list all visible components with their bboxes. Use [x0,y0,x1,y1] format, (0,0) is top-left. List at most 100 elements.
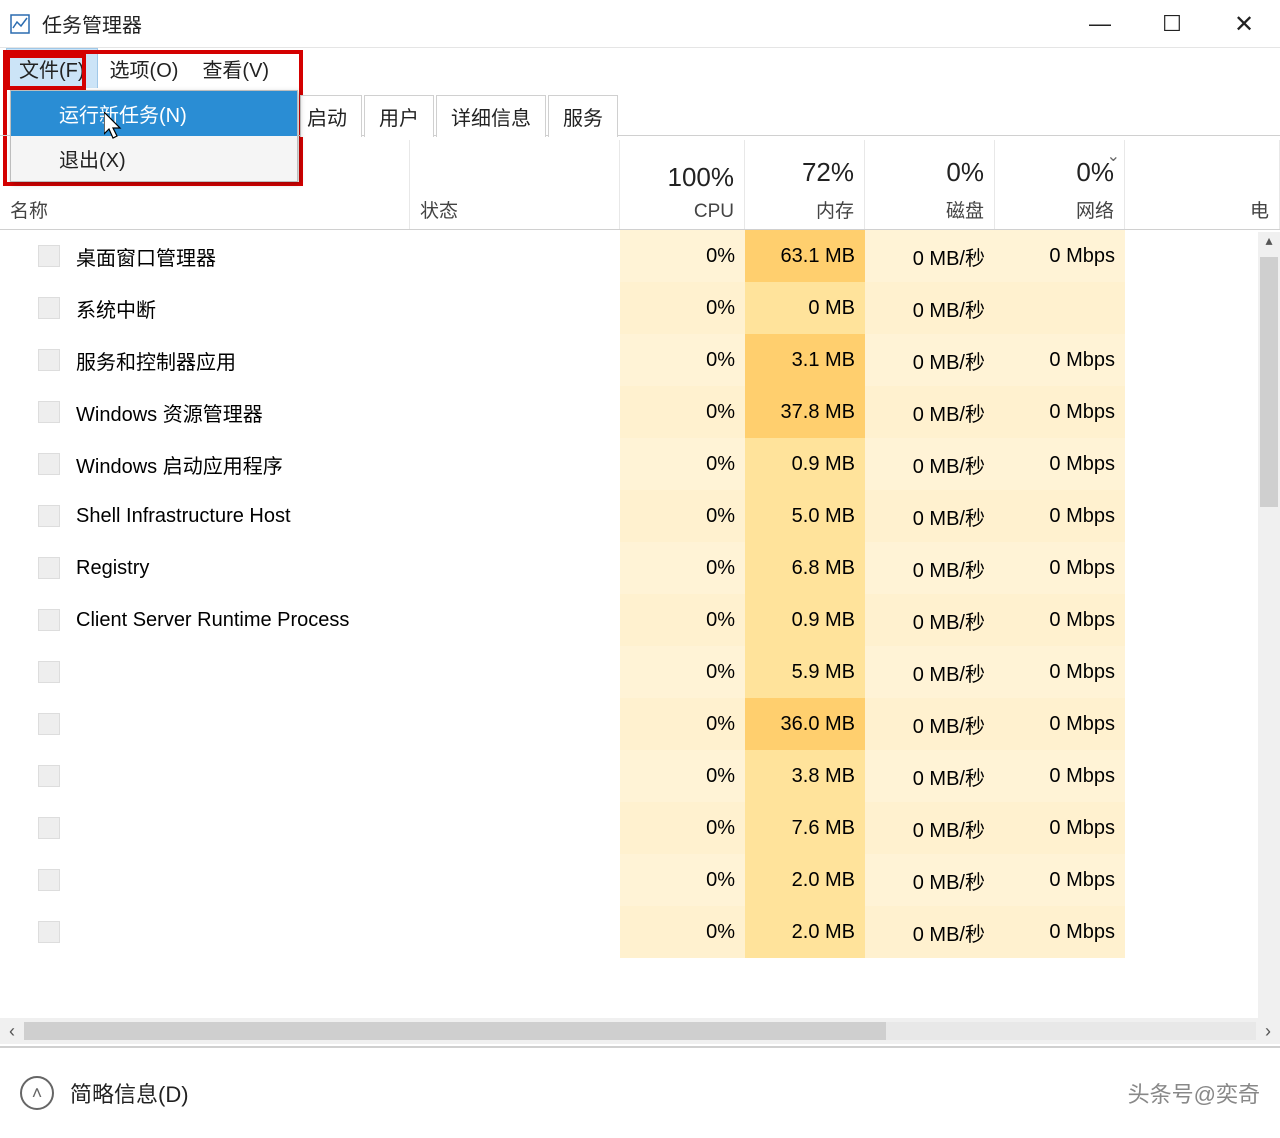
cell-disk: 0 MB/秒 [865,386,995,438]
cell-cpu: 0% [620,542,745,594]
horizontal-scrollbar[interactable]: ‹ › [0,1018,1280,1044]
cell-memory: 37.8 MB [745,386,865,438]
process-table: 名称 状态 100%CPU 72%内存 0%磁盘 ⌄0%网络 电 桌面窗口管理器… [0,140,1280,1018]
close-button[interactable]: ✕ [1208,0,1280,48]
scroll-up-icon[interactable]: ▴ [1258,232,1280,256]
cell-disk: 0 MB/秒 [865,230,995,282]
col-extra[interactable]: 电 [1125,140,1280,229]
cell-status [410,542,620,594]
table-row[interactable]: 系统中断0%0 MB0 MB/秒 [0,282,1258,334]
cell-memory: 3.8 MB [745,750,865,802]
cell-cpu: 0% [620,854,745,906]
fewer-details-toggle[interactable]: ˄ [20,1076,54,1110]
cell-disk: 0 MB/秒 [865,594,995,646]
fewer-details-label[interactable]: 简略信息(D) [70,1077,189,1109]
table-row[interactable]: 0%2.0 MB0 MB/秒0 Mbps [0,906,1258,958]
cell-name [0,698,410,750]
menu-file[interactable]: 文件(F) [6,48,98,88]
cell-disk: 0 MB/秒 [865,282,995,334]
cell-memory: 63.1 MB [745,230,865,282]
cell-disk: 0 MB/秒 [865,802,995,854]
cell-network: 0 Mbps [995,542,1125,594]
cell-disk: 0 MB/秒 [865,906,995,958]
col-cpu[interactable]: 100%CPU [620,140,745,229]
table-row[interactable]: 0%3.8 MB0 MB/秒0 Mbps [0,750,1258,802]
col-disk[interactable]: 0%磁盘 [865,140,995,229]
cell-name [0,854,410,906]
table-row[interactable]: 服务和控制器应用0%3.1 MB0 MB/秒0 Mbps [0,334,1258,386]
table-body: 桌面窗口管理器0%63.1 MB0 MB/秒0 Mbps系统中断0%0 MB0 … [0,230,1258,1018]
cell-status [410,750,620,802]
table-row[interactable]: Windows 资源管理器0%37.8 MB0 MB/秒0 Mbps [0,386,1258,438]
cell-cpu: 0% [620,698,745,750]
cell-cpu: 0% [620,386,745,438]
cell-cpu: 0% [620,490,745,542]
cell-network: 0 Mbps [995,646,1125,698]
scroll-left-icon[interactable]: ‹ [0,1021,24,1042]
process-icon [38,349,60,371]
menu-view[interactable]: 查看(V) [190,48,281,88]
scroll-thumb-vertical[interactable] [1260,257,1278,507]
cell-cpu: 0% [620,802,745,854]
cell-network: 0 Mbps [995,334,1125,386]
cell-memory: 2.0 MB [745,906,865,958]
tab-users[interactable]: 用户 [364,95,434,137]
tab-services[interactable]: 服务 [548,95,618,137]
col-memory[interactable]: 72%内存 [745,140,865,229]
table-row[interactable]: 0%7.6 MB0 MB/秒0 Mbps [0,802,1258,854]
cell-cpu: 0% [620,438,745,490]
minimize-button[interactable]: — [1064,0,1136,48]
chevron-up-icon: ˄ [32,1083,43,1104]
cell-name [0,802,410,854]
vertical-scrollbar[interactable]: ▴ [1258,232,1280,1018]
cell-name [0,646,410,698]
process-icon [38,661,60,683]
table-row[interactable]: Registry0%6.8 MB0 MB/秒0 Mbps [0,542,1258,594]
cell-memory: 0.9 MB [745,438,865,490]
table-row[interactable]: Client Server Runtime Process0%0.9 MB0 M… [0,594,1258,646]
maximize-button[interactable]: ☐ [1136,0,1208,48]
table-row[interactable]: 0%36.0 MB0 MB/秒0 Mbps [0,698,1258,750]
cell-disk: 0 MB/秒 [865,438,995,490]
table-row[interactable]: 桌面窗口管理器0%63.1 MB0 MB/秒0 Mbps [0,230,1258,282]
process-name: Shell Infrastructure Host [76,505,291,528]
process-icon [38,609,60,631]
tab-details[interactable]: 详细信息 [436,95,546,137]
menu-run-new-task[interactable]: 运行新任务(N) [11,91,297,136]
cell-status [410,802,620,854]
cell-status [410,906,620,958]
col-status[interactable]: 状态 [410,140,620,229]
table-row[interactable]: Shell Infrastructure Host0%5.0 MB0 MB/秒0… [0,490,1258,542]
menu-options[interactable]: 选项(O) [98,48,191,88]
col-network[interactable]: ⌄0%网络 [995,140,1125,229]
app-icon [8,12,32,36]
cell-cpu: 0% [620,334,745,386]
table-row[interactable]: 0%2.0 MB0 MB/秒0 Mbps [0,854,1258,906]
mouse-cursor-icon [104,112,126,142]
cell-memory: 5.0 MB [745,490,865,542]
cell-status [410,438,620,490]
cell-disk: 0 MB/秒 [865,698,995,750]
cell-network: 0 Mbps [995,750,1125,802]
table-row[interactable]: 0%5.9 MB0 MB/秒0 Mbps [0,646,1258,698]
cell-status [410,230,620,282]
cell-disk: 0 MB/秒 [865,646,995,698]
process-icon [38,921,60,943]
scroll-thumb-horizontal[interactable] [24,1022,886,1040]
process-name: Client Server Runtime Process [76,609,349,632]
cell-cpu: 0% [620,594,745,646]
scroll-right-icon[interactable]: › [1256,1021,1280,1042]
cell-cpu: 0% [620,750,745,802]
footer: ˄ 简略信息(D) 头条号@奕奇 [0,1048,1280,1138]
process-icon [38,297,60,319]
cell-cpu: 0% [620,906,745,958]
cell-network: 0 Mbps [995,386,1125,438]
process-name: 服务和控制器应用 [76,346,236,375]
cell-memory: 6.8 MB [745,542,865,594]
chevron-down-icon: ⌄ [1107,146,1120,166]
cell-status [410,646,620,698]
cell-status [410,854,620,906]
menu-exit[interactable]: 退出(X) [11,136,297,181]
table-row[interactable]: Windows 启动应用程序0%0.9 MB0 MB/秒0 Mbps [0,438,1258,490]
tab-startup[interactable]: 启动 [300,95,362,137]
